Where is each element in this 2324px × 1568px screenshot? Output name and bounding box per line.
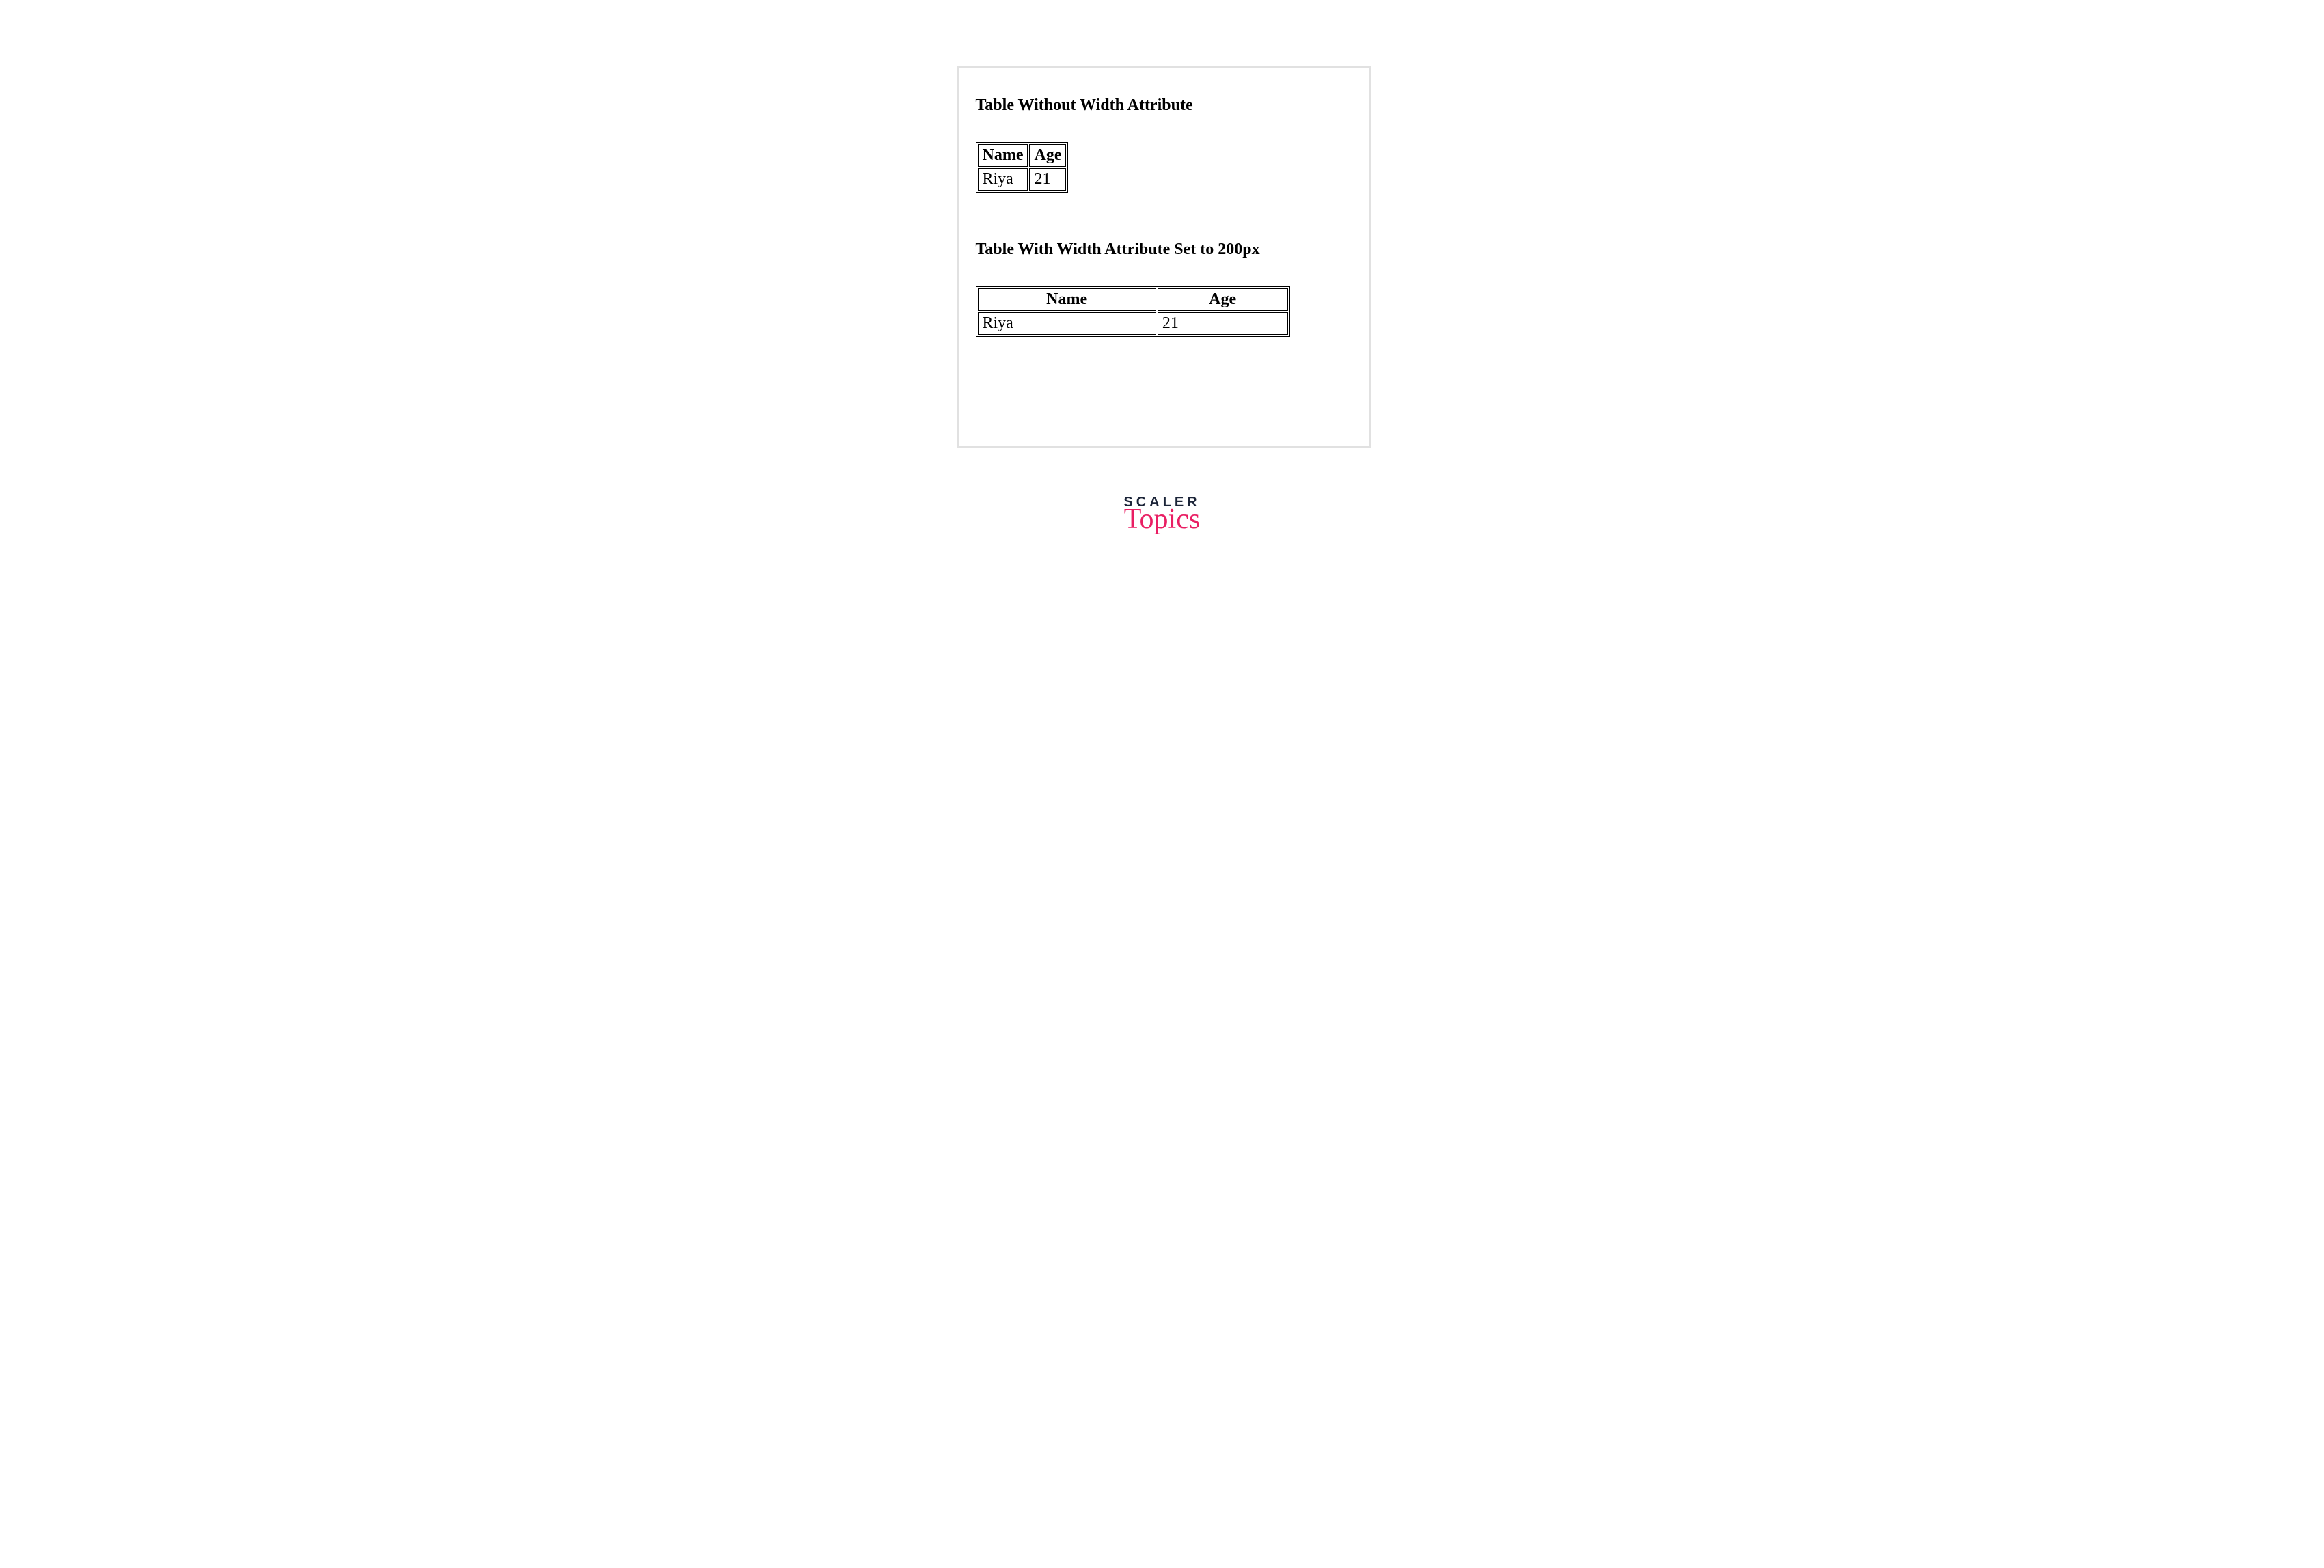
- heading-with-width: Table With Width Attribute Set to 200px: [976, 240, 1352, 259]
- page-stage: Table Without Width Attribute Name Age R…: [714, 0, 1611, 604]
- table-cell-name: Riya: [978, 168, 1028, 191]
- example-card: Table Without Width Attribute Name Age R…: [957, 66, 1371, 448]
- table-header-age: Age: [1158, 288, 1288, 311]
- table-no-width: Name Age Riya 21: [976, 142, 1069, 193]
- table-header-name: Name: [978, 288, 1156, 311]
- brand-logo-line2: Topics: [1123, 505, 1200, 534]
- brand-logo: SCALER Topics: [1123, 495, 1200, 534]
- heading-no-width: Table Without Width Attribute: [976, 96, 1352, 115]
- table-cell-age: 21: [1029, 168, 1066, 191]
- table-header-age: Age: [1029, 144, 1066, 167]
- table-row: Name Age: [978, 144, 1067, 167]
- table-cell-age: 21: [1158, 312, 1288, 335]
- table-cell-name: Riya: [978, 312, 1156, 335]
- table-header-name: Name: [978, 144, 1028, 167]
- table-row: Name Age: [978, 288, 1288, 311]
- table-with-width: Name Age Riya 21: [976, 286, 1290, 337]
- table-row: Riya 21: [978, 312, 1288, 335]
- table-row: Riya 21: [978, 168, 1067, 191]
